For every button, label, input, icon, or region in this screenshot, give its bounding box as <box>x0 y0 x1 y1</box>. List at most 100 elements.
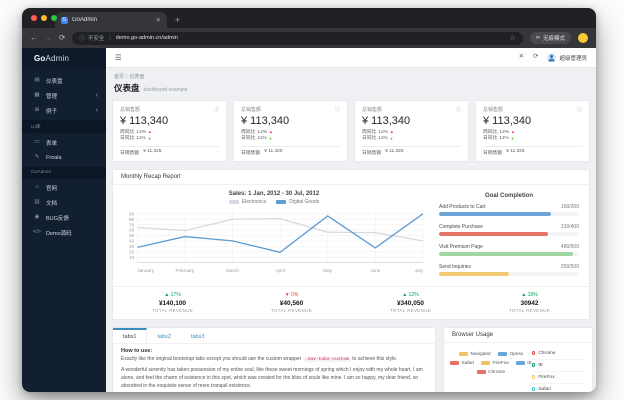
address-bar[interactable]: ⓘ 不安全 | demo.go-admin.cn/admin ☆ <box>72 31 523 45</box>
stat-footer-label: 日销售额 <box>120 151 140 157</box>
page-title: 仪表盘 <box>114 83 140 93</box>
stat-footer-value: ¥ 11,325 <box>506 149 525 155</box>
stat-card-label: 总销售额 <box>483 107 504 113</box>
back-icon[interactable]: ← <box>30 34 38 42</box>
sidebar-item-code[interactable]: </> Demo源码 <box>22 225 106 240</box>
svg-text:70: 70 <box>129 222 135 227</box>
forward-icon[interactable]: → <box>45 34 53 42</box>
progress-track <box>439 212 579 216</box>
pie-legend-label: Opera <box>509 351 523 357</box>
howto-heading: How to use: <box>121 347 153 354</box>
minimize-window-icon[interactable] <box>41 15 47 21</box>
user-menu[interactable]: 超级管理员 <box>547 53 587 62</box>
bookmark-star-icon[interactable]: ☆ <box>510 34 516 42</box>
close-tabs-icon[interactable]: ✕ <box>519 54 524 61</box>
sidebar-item-gauge[interactable]: ▤ 仪表盘 <box>22 73 106 88</box>
doc-icon: ▥ <box>34 198 40 205</box>
logo-admin: Admin <box>45 53 70 63</box>
browser-usage-title: Browser Usage <box>444 328 592 343</box>
stat-trend-row: 日同比 11% ▼ <box>241 136 340 143</box>
browser-list-item[interactable]: IE <box>531 360 586 372</box>
browser-tab[interactable]: G GoAdmin ✕ <box>55 12 167 28</box>
sidebar-item-label: 管理 <box>46 93 58 100</box>
divider <box>362 145 461 147</box>
svg-text:May: May <box>323 268 332 273</box>
url-text: demo.go-admin.cn/admin <box>115 35 178 41</box>
stat-footer-label: 日销售额 <box>483 151 503 157</box>
home-icon: ⌂ <box>35 183 39 190</box>
tab-close-icon[interactable]: ✕ <box>156 16 161 24</box>
stat-card-row: 总销售额 ⓘ ¥ 113,340 周同比 12% ▲ 日同比 11% ▼ 日销售额 ¥ 11,325… <box>112 100 590 162</box>
form-icon: ▭ <box>34 138 40 145</box>
svg-text:June: June <box>370 268 381 273</box>
goal-label: Add Products to Cart <box>439 204 486 210</box>
sidebar-item-bug[interactable]: ◉ BUG反馈 <box>22 210 106 225</box>
tab-tabs3[interactable]: tabs3 <box>181 328 214 343</box>
tab-tabs2[interactable]: tabs2 <box>147 328 180 343</box>
browser-profile-avatar[interactable] <box>578 33 588 43</box>
tab-tabs1[interactable]: tabs1 <box>113 327 148 343</box>
stat-card-label: 总销售额 <box>241 107 262 113</box>
pie-legend-item: Chrome <box>476 370 505 375</box>
goal-row: Visit Premium Page 480/500 <box>439 244 579 256</box>
chevron-left-icon: ‹ <box>95 92 98 99</box>
reload-icon[interactable]: ⟳ <box>59 34 65 42</box>
revenue-value: ¥340,050 <box>396 299 425 307</box>
trend-down-icon: ▼ <box>268 136 273 141</box>
pie-legend-label: FireFox <box>492 360 509 366</box>
howto-paragraph: Exactly like the original bootstrap tabs… <box>121 356 427 364</box>
stat-trend-row: 日同比 11% ▼ <box>120 136 219 143</box>
sidebar-item-label: Froala <box>46 154 62 161</box>
sidebar-item-form[interactable]: ▭ 表单 <box>22 135 106 150</box>
stat-footer-label: 日销售额 <box>362 151 382 157</box>
sidebar-item-example[interactable]: ⊞ 例子 ‹ <box>22 103 106 118</box>
revenue-value: ¥40,560 <box>279 299 304 307</box>
info-icon[interactable]: ⓘ <box>335 106 340 113</box>
pie-legend-item: Safari <box>450 361 474 366</box>
maximize-window-icon[interactable] <box>51 15 57 21</box>
trend-value: 11% <box>136 136 146 142</box>
info-icon[interactable]: ⓘ <box>577 106 582 113</box>
tabs-header: tabs1 tabs2 tabs3 <box>113 327 435 344</box>
breadcrumb-home[interactable]: 首页 <box>114 74 124 80</box>
sidebar-item-home[interactable]: ⌂ 官网 <box>22 180 106 195</box>
revenue-label: TOTAL REVENUE <box>508 307 551 313</box>
pie-legend-swatch <box>458 352 468 356</box>
stat-card-footer: 日销售额 ¥ 11,325 <box>483 149 582 156</box>
stat-card: 总销售额 ⓘ ¥ 113,340 周同比 12% ▲ 日同比 11% ▼ 日销售额 ¥ 11,325 <box>112 100 227 162</box>
info-icon[interactable]: ⓘ <box>214 106 219 113</box>
revenue-trend: ▲ 12% <box>402 292 419 298</box>
close-window-icon[interactable] <box>31 15 37 21</box>
refresh-icon[interactable]: ⟳ <box>533 54 538 61</box>
svg-text:20: 20 <box>129 249 135 254</box>
app-logo[interactable]: Go Admin <box>22 48 106 68</box>
revenue-stat: ▲ 12% ¥340,050 TOTAL REVENUE <box>351 292 470 313</box>
new-tab-button[interactable]: + <box>175 16 180 25</box>
circle-icon <box>531 375 536 379</box>
code-icon: </> <box>33 228 41 235</box>
circle-icon <box>531 351 536 355</box>
info-icon[interactable]: ⓘ <box>456 106 461 113</box>
sidebar-item-froala-editor[interactable]: ✎ Froala <box>22 150 106 165</box>
sidebar-item-doc[interactable]: ▥ 文档 <box>22 195 106 210</box>
browser-list-item[interactable]: Safari <box>531 384 586 393</box>
goadmin-app: Go Admin ▤ 仪表盘 ▦ 管理 ‹ ⊞ 例子 ‹ UI库 ▭ 表单 ✎ Froala GoAdmin… <box>22 48 596 392</box>
progress-track <box>439 232 579 236</box>
sidebar-item-label: 表单 <box>46 140 58 147</box>
browser-name: IE <box>538 362 543 368</box>
circle-icon <box>531 387 536 391</box>
sidebar-item-admin[interactable]: ▦ 管理 ‹ <box>22 88 106 103</box>
trend-up-icon: ▲ <box>148 129 152 134</box>
browser-list-item[interactable]: FireFox <box>531 372 586 384</box>
window-controls[interactable] <box>31 15 57 21</box>
main-area: ☰ ✕ ⟳ 超级管理员 首页 / 仪表盘 仪表盘 dashboard examp… <box>106 48 596 392</box>
goal-label: Complete Purchase <box>439 224 483 230</box>
browser-usage-list: Chrome IE FireFox Safari <box>531 348 586 393</box>
browser-list-item[interactable]: Chrome <box>531 348 586 360</box>
sidebar-toggle-icon[interactable]: ☰ <box>115 54 122 62</box>
omnibox-separator: | <box>109 35 111 41</box>
revenue-label: TOTAL REVENUE <box>389 307 432 313</box>
legend-item: Digital Goods <box>276 199 319 205</box>
browser-tab-strip: G GoAdmin ✕ + <box>22 8 596 28</box>
site-info-icon[interactable]: ⓘ <box>79 34 85 42</box>
